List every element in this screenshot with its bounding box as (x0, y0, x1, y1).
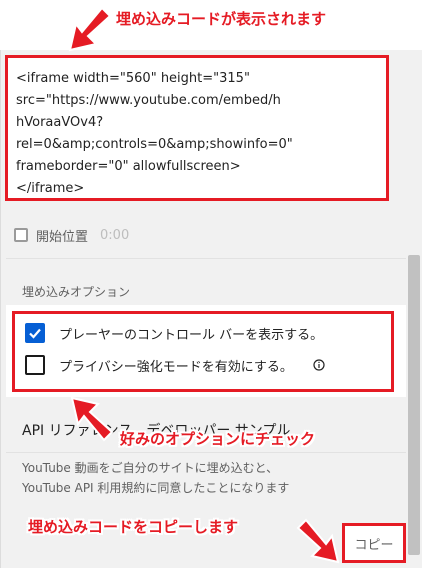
check-icon (29, 328, 41, 339)
start-position-checkbox[interactable] (14, 228, 28, 242)
privacy-mode-checkbox[interactable] (25, 355, 45, 375)
terms-notice: YouTube 動画をご自分のサイトに埋め込むと、 YouTube API 利用… (22, 458, 392, 498)
option-show-controls[interactable]: プレーヤーのコントロール バーを表示する。 (25, 323, 323, 343)
embed-code-line: frameborder="0" allowfullscreen> (16, 159, 241, 174)
start-position-row: 開始位置 0:00 (14, 226, 130, 245)
divider (6, 452, 406, 453)
show-controls-label: プレーヤーのコントロール バーを表示する。 (59, 327, 324, 343)
start-position-label: 開始位置 (36, 229, 89, 245)
embed-code-line: rel=0&amp;controls=0&amp;showinfo=0" (16, 137, 293, 152)
info-icon[interactable] (313, 359, 325, 371)
option-privacy-mode[interactable]: プライバシー強化モードを有効にする。 (25, 355, 325, 375)
arrow-up-left-icon (70, 396, 114, 442)
embed-options-list: プレーヤーのコントロール バーを表示する。 プライバシー強化モードを有効にする。 (12, 311, 394, 392)
start-position-time: 0:00 (100, 227, 130, 243)
terms-line: YouTube 動画をご自分のサイトに埋め込むと、 (22, 461, 279, 475)
embed-code-line: <iframe width="560" height="315" (16, 71, 250, 86)
embed-code-line: src="https://www.youtube.com/embed/h (16, 93, 281, 108)
annotation-middle: 好みのオプションにチェック (120, 430, 316, 448)
divider (6, 258, 406, 259)
annotation-top: 埋め込みコードが表示されます (116, 10, 327, 28)
copy-button[interactable]: コピー (342, 523, 406, 563)
embed-code-line: </iframe> (16, 181, 85, 196)
scrollbar-thumb[interactable] (408, 255, 420, 555)
arrow-down-left-icon (68, 6, 112, 52)
privacy-mode-label: プライバシー強化モードを有効にする。 (59, 359, 293, 375)
arrow-down-right-icon (296, 518, 340, 564)
terms-line: YouTube API 利用規約に同意したことになります (22, 481, 290, 495)
show-controls-checkbox[interactable] (25, 323, 45, 343)
embed-code-textarea[interactable]: <iframe width="560" height="315" src="ht… (5, 55, 389, 201)
embed-options-heading: 埋め込みオプション (22, 285, 131, 299)
embed-code-line: hVoraaVOv4? (16, 115, 104, 130)
annotation-bottom: 埋め込みコードをコピーします (28, 518, 239, 536)
